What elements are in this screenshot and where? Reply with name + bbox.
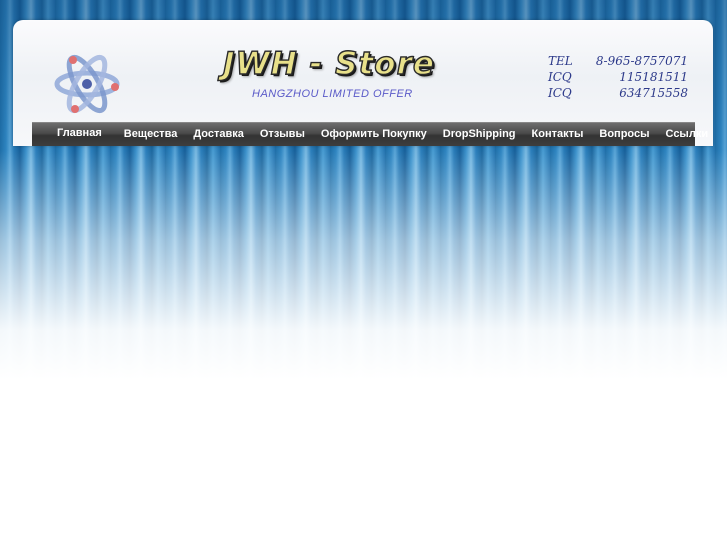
nav-item-delivery[interactable]: Доставка [185, 123, 252, 146]
site-tagline: HANGZHOU LIMITED OFFER [252, 88, 413, 100]
nav-item-substances[interactable]: Вещества [116, 123, 186, 146]
contact-label: ICQ [548, 70, 572, 84]
contact-block: TEL 8-965-8757071 ICQ 115181511 ICQ 6347… [548, 53, 688, 101]
contact-label: TEL [548, 54, 573, 68]
contact-value: 634715558 [619, 86, 688, 100]
contact-row-icq-1: ICQ 115181511 [548, 69, 688, 85]
contact-row-icq-2: ICQ 634715558 [548, 85, 688, 101]
site-brand-title[interactable]: JWH - Store [222, 45, 435, 86]
nav-item-checkout[interactable]: Оформить Покупку [313, 123, 435, 146]
nav-item-reviews[interactable]: Отзывы [252, 123, 313, 146]
atom-icon[interactable] [53, 47, 121, 121]
nav-item-dropshipping[interactable]: DropShipping [435, 123, 524, 146]
main-navigation: Главная Вещества Доставка Отзывы Оформит… [32, 122, 708, 146]
nav-item-home[interactable]: Главная [32, 122, 116, 145]
nav-item-contacts[interactable]: Контакты [524, 123, 592, 146]
contact-value: 8-965-8757071 [595, 54, 688, 68]
contact-label: ICQ [548, 86, 572, 100]
nav-item-faq[interactable]: Вопросы [591, 123, 657, 146]
contact-value: 115181511 [619, 70, 688, 84]
nav-item-links[interactable]: Ссылки [658, 123, 717, 146]
contact-row-tel: TEL 8-965-8757071 [548, 53, 688, 69]
